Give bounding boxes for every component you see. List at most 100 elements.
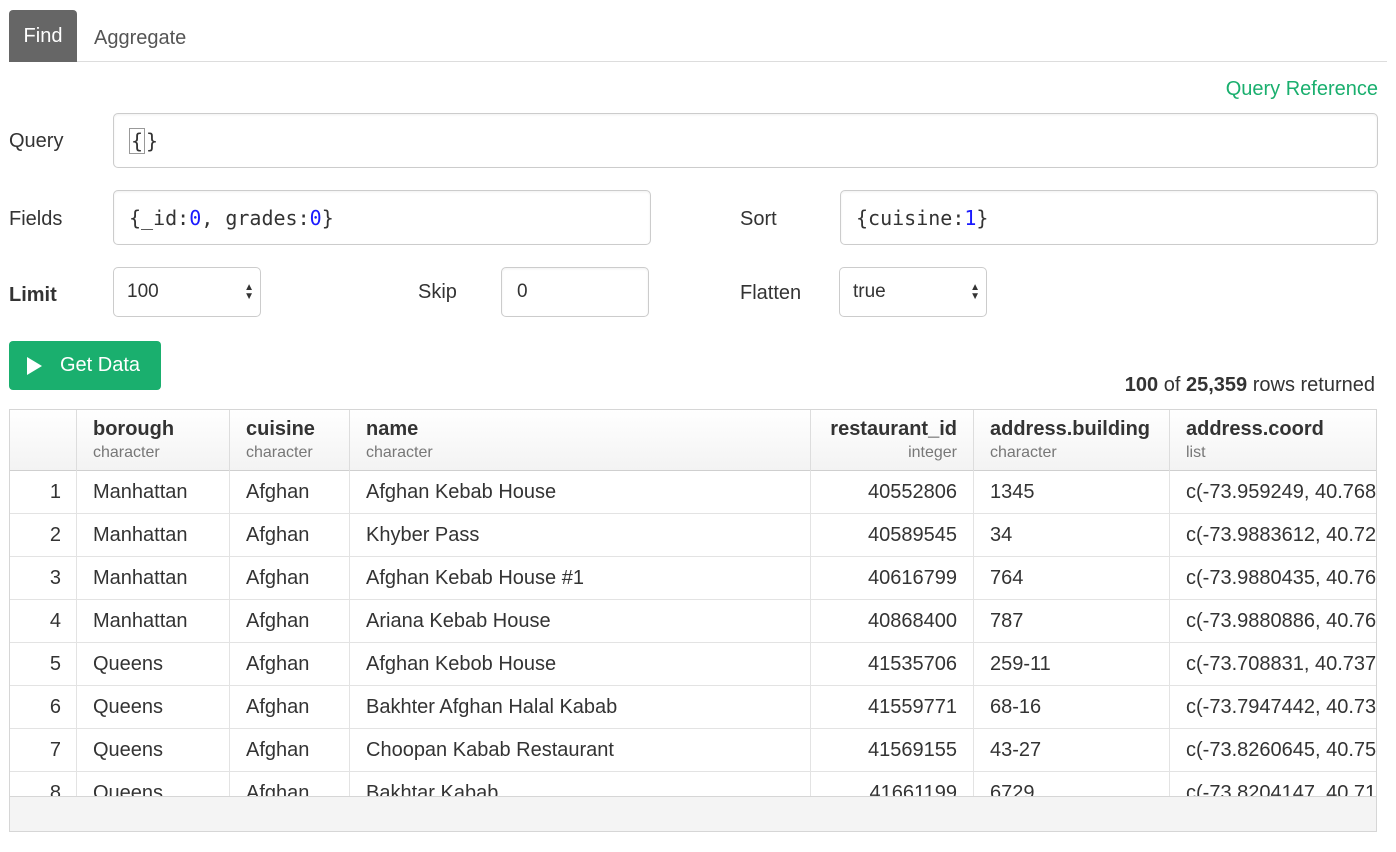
column-name: address.coord (1186, 418, 1324, 440)
cell-address-coord: c(-73.959249, 40.768 (1186, 481, 1377, 503)
cell-restaurant-id: 41559771 (811, 686, 974, 729)
cell-cuisine: Afghan (230, 643, 350, 686)
cell-restaurant-id: 40552806 (811, 471, 974, 514)
table-row[interactable]: 3 Manhattan Afghan Afghan Kebab House #1 406… (10, 557, 1376, 600)
cell-address-coord: c(-73.9880435, 40.76 (1186, 567, 1377, 589)
row-index: 5 (10, 643, 77, 686)
header-restaurant-id[interactable]: restaurant_id integer (811, 410, 974, 471)
cell-address-building: 764 (974, 557, 1170, 600)
query-reference-link[interactable]: Query Reference (1226, 78, 1378, 101)
fields-mid: , grades: (201, 205, 310, 230)
rows-returned-status: 100 of 25,359 rows returned (1125, 374, 1375, 397)
header-borough[interactable]: borough character (77, 410, 230, 471)
column-type: list (1186, 444, 1206, 461)
cell-address-building: 259-11 (974, 643, 1170, 686)
fields-suffix: } (321, 205, 334, 230)
cell-restaurant-id: 40589545 (811, 514, 974, 557)
cell-borough: Queens (77, 643, 230, 686)
skip-input[interactable]: 0 (501, 267, 649, 317)
cell-cuisine: Afghan (230, 729, 350, 772)
data-table: borough character cuisine character name… (9, 409, 1377, 797)
row-index: 4 (10, 600, 77, 643)
flatten-select[interactable]: true ▲ ▼ (839, 267, 987, 317)
cell-address-building: 43-27 (974, 729, 1170, 772)
column-type: character (246, 444, 313, 461)
play-icon (27, 356, 42, 375)
table-row[interactable]: 8 Queens Afghan Bakhtar Kabab 41661199 6729 c(… (10, 772, 1376, 797)
cell-borough: Queens (77, 729, 230, 772)
header-address-building[interactable]: address.building character (974, 410, 1170, 471)
table-row[interactable]: 1 Manhattan Afghan Afghan Kebab House 405528… (10, 471, 1376, 514)
get-data-button[interactable]: Get Data (9, 341, 161, 390)
tab-bar: Find Aggregate (9, 10, 1387, 62)
table-row[interactable]: 2 Manhattan Afghan Khyber Pass 40589545 34 c(-… (10, 514, 1376, 557)
cell-cuisine: Afghan (230, 557, 350, 600)
column-name: restaurant_id (830, 418, 957, 440)
sort-suffix: } (976, 205, 989, 230)
cell-restaurant-id: 41661199 (811, 772, 974, 797)
rows-suffix: rows returned (1252, 374, 1375, 396)
row-index: 1 (10, 471, 77, 514)
cell-cuisine: Afghan (230, 686, 350, 729)
cell-restaurant-id: 40868400 (811, 600, 974, 643)
cell-address-building: 1345 (974, 471, 1170, 514)
cell-name: Afghan Kebab House (350, 471, 811, 514)
table-row[interactable]: 7 Queens Afghan Choopan Kabab Restaurant 415… (10, 729, 1376, 772)
rows-total: 25,359 (1185, 374, 1248, 396)
row-index: 8 (10, 772, 77, 797)
table-footer-scrollbar[interactable] (9, 796, 1377, 832)
tab-aggregate[interactable]: Aggregate (81, 12, 199, 64)
cell-borough: Queens (77, 686, 230, 729)
cell-name: Choopan Kabab Restaurant (350, 729, 811, 772)
cell-name: Afghan Kebob House (350, 643, 811, 686)
cell-cuisine: Afghan (230, 600, 350, 643)
header-cuisine[interactable]: cuisine character (230, 410, 350, 471)
column-name: borough (93, 418, 175, 440)
select-arrows-icon: ▲ ▼ (970, 282, 980, 302)
query-input[interactable]: {} (113, 113, 1378, 168)
row-index: 2 (10, 514, 77, 557)
sort-input[interactable]: {cuisine: 1} (840, 190, 1378, 245)
row-index: 3 (10, 557, 77, 600)
cell-restaurant-id: 41535706 (811, 643, 974, 686)
fields-prefix: {_id: (129, 205, 190, 230)
header-name[interactable]: name character (350, 410, 811, 471)
cell-name: Afghan Kebab House #1 (350, 557, 811, 600)
fields-grades-value: 0 (309, 205, 322, 230)
column-type: character (366, 444, 433, 461)
cell-name: Bakhter Afghan Halal Kabab (350, 686, 811, 729)
table-row[interactable]: 4 Manhattan Afghan Ariana Kebab House 408684… (10, 600, 1376, 643)
cell-address-building: 34 (974, 514, 1170, 557)
cell-borough: Manhattan (77, 600, 230, 643)
flatten-label: Flatten (740, 282, 802, 304)
cell-restaurant-id: 41569155 (811, 729, 974, 772)
sort-label: Sort (740, 208, 777, 230)
sort-prefix: {cuisine: (856, 205, 965, 230)
get-data-label: Get Data (60, 354, 141, 376)
cell-cuisine: Afghan (230, 471, 350, 514)
cell-address-coord: c(-73.708831, 40.737 (1186, 653, 1377, 675)
skip-label: Skip (418, 281, 457, 303)
cell-cuisine: Afghan (230, 772, 350, 797)
cell-restaurant-id: 40616799 (811, 557, 974, 600)
column-type: character (93, 444, 160, 461)
table-row[interactable]: 6 Queens Afghan Bakhter Afghan Halal Kabab 4… (10, 686, 1376, 729)
limit-select[interactable]: 100 ▲ ▼ (113, 267, 261, 317)
row-index: 7 (10, 729, 77, 772)
column-name: address.building (990, 418, 1151, 440)
cell-address-building: 787 (974, 600, 1170, 643)
query-value: {} (129, 127, 159, 154)
query-open-brace: { (129, 127, 146, 154)
cell-name: Bakhtar Kabab (350, 772, 811, 797)
cell-name: Khyber Pass (350, 514, 811, 557)
fields-input[interactable]: {_id: 0, grades: 0} (113, 190, 651, 245)
limit-label: Limit (9, 284, 57, 306)
column-type: integer (908, 444, 957, 461)
cell-address-coord: c(-73.9883612, 40.72 (1186, 524, 1377, 546)
tab-find[interactable]: Find (9, 10, 77, 62)
rows-of: of (1163, 374, 1181, 396)
cell-address-coord: c(-73.8260645, 40.75 (1186, 739, 1377, 761)
table-row[interactable]: 5 Queens Afghan Afghan Kebob House 41535706 2… (10, 643, 1376, 686)
header-address-coord[interactable]: address.coord list (1170, 410, 1376, 471)
column-name: name (366, 418, 419, 440)
